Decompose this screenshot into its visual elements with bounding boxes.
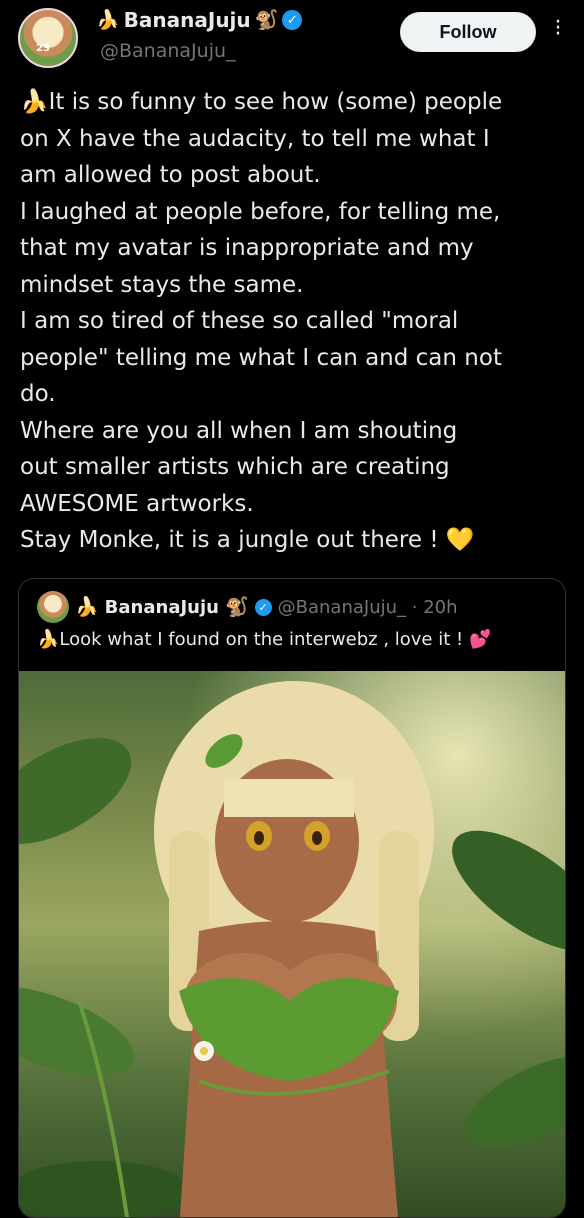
more-options-icon[interactable]: · · · — [548, 12, 568, 50]
quote-header: 🍌 BananaJuju 🐒 ✓ @BananaJuju_ · 20h — [37, 591, 458, 623]
quote-author-name: BananaJuju — [104, 596, 219, 618]
quote-author-avatar — [37, 591, 69, 623]
author-name-row[interactable]: 🍌 BananaJuju 🐒 ✓ — [96, 8, 303, 32]
banana-emoji-icon: 🍌 — [75, 595, 99, 618]
tweet-header: 23 🍌 BananaJuju 🐒 ✓ @BananaJuju_ Follow … — [0, 0, 584, 80]
jungle-illustration — [19, 671, 565, 1217]
author-avatar[interactable]: 23 — [18, 8, 78, 68]
verified-badge-icon: ✓ — [254, 598, 272, 616]
monkey-emoji-icon: 🐒 — [224, 595, 249, 618]
quote-media-image[interactable] — [19, 671, 565, 1217]
author-display-name[interactable]: BananaJuju — [124, 8, 251, 32]
verified-badge-icon: ✓ — [282, 10, 303, 30]
quoted-tweet[interactable]: 🍌 BananaJuju 🐒 ✓ @BananaJuju_ · 20h 🍌Loo… — [18, 578, 566, 1218]
monkey-emoji-icon: 🐒 — [254, 8, 279, 31]
quote-handle-time: @BananaJuju_ · 20h — [277, 596, 458, 618]
quote-text: 🍌Look what I found on the interwebz , lo… — [37, 629, 492, 650]
follow-button[interactable]: Follow — [400, 12, 536, 52]
author-handle[interactable]: @BananaJuju_ — [100, 40, 236, 62]
avatar-badge: 23 — [36, 43, 50, 54]
banana-emoji-icon: 🍌 — [96, 8, 120, 31]
tweet-text: 🍌It is so funny to see how (some) people… — [20, 89, 503, 553]
